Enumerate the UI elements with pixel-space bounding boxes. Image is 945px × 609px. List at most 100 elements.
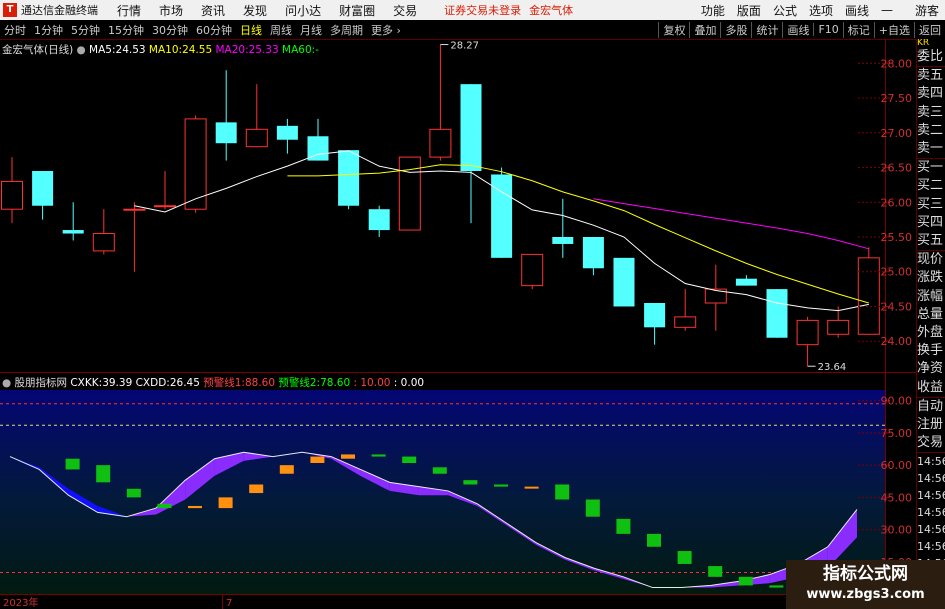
- watermark: 指标公式网 www.zbgs3.com: [786, 560, 945, 609]
- chart-area[interactable]: 28.27 23.64 28.00 27.50 27.00 26.50 26.00 25.5…: [0, 39, 916, 609]
- statistics-button[interactable]: 统计: [751, 21, 782, 38]
- indicator-bar: [738, 576, 753, 586]
- candle-body: [154, 205, 176, 208]
- indicator-tick-label: 90.00: [881, 395, 913, 408]
- candle-body: [92, 233, 115, 252]
- sidebar-time: 14:56: [917, 489, 945, 503]
- menu-item-function[interactable]: 功能: [695, 2, 731, 19]
- sidebar-item-sell2: 卖二: [917, 122, 944, 138]
- candle-body: [338, 150, 360, 206]
- sidebar-item-sell4: 卖四: [917, 86, 944, 102]
- indicator-legend: ● 股朋指标网 CXKK:39.39 CXDD:26.45 预警线1:88.60…: [2, 375, 424, 390]
- overlay-button[interactable]: 叠加: [689, 21, 720, 38]
- indicator-bar: [708, 566, 723, 577]
- menu-item-wealth[interactable]: 财富圈: [330, 2, 384, 19]
- indicator-value-3: : 10.00: [353, 377, 391, 389]
- sidebar-time: 14:56: [917, 472, 945, 486]
- cxdd-label: CXDD:: [135, 377, 170, 389]
- candle-body: [582, 237, 604, 269]
- menu-item-market[interactable]: 市场: [150, 2, 192, 19]
- chevron-right-icon: ›: [393, 23, 401, 37]
- draw-line-button[interactable]: 画线: [782, 21, 813, 38]
- window-minimize-button[interactable]: —: [875, 3, 899, 17]
- menu-item-layout[interactable]: 版面: [731, 2, 767, 19]
- period-tab-intraday[interactable]: 分时: [0, 22, 30, 38]
- sidebar-time: 14:56: [917, 540, 945, 554]
- app-title: 通达信金融终端: [21, 4, 98, 17]
- menu-item-news[interactable]: 资讯: [192, 2, 234, 19]
- f10-button[interactable]: F10: [813, 23, 842, 36]
- period-tab-weekly[interactable]: 周线: [266, 22, 296, 38]
- indicator-bar: [616, 518, 631, 534]
- menu-item-options[interactable]: 选项: [803, 2, 839, 19]
- menu-item-formula[interactable]: 公式: [767, 2, 803, 19]
- dropdown-circle-icon[interactable]: ●: [77, 44, 90, 56]
- period-tab-more-label: 更多: [371, 23, 393, 37]
- menu-item-draw[interactable]: 画线: [839, 2, 875, 19]
- candle-body: [827, 319, 850, 335]
- menu-item-quotes[interactable]: 行情: [108, 2, 150, 19]
- mark-button[interactable]: 标记: [842, 21, 874, 38]
- sidebar-item-auto[interactable]: 自动: [917, 396, 945, 416]
- ma60-label: MA60:: [282, 44, 316, 56]
- period-tab-30min[interactable]: 30分钟: [148, 22, 192, 38]
- period-tab-daily[interactable]: 日线: [236, 22, 266, 38]
- x-axis-month-label: 7: [226, 598, 232, 609]
- price-tick-label: 27.00: [881, 127, 913, 140]
- sidebar-item-register[interactable]: 注册: [917, 416, 945, 434]
- watermark-title: 指标公式网: [823, 564, 908, 584]
- period-tab-15min[interactable]: 15分钟: [104, 22, 148, 38]
- indicator-bar: [463, 480, 478, 485]
- add-watchlist-button[interactable]: +自选: [873, 21, 914, 38]
- indicator-bar: [432, 467, 447, 474]
- sidebar-item-buy1: 买一: [917, 158, 945, 177]
- sidebar-item-turnover: 换手: [917, 343, 944, 359]
- candle-body: [521, 253, 544, 287]
- menu-item-guest[interactable]: 游客: [909, 2, 945, 19]
- indicator-bar: [126, 488, 141, 498]
- period-tab-more[interactable]: 更多 ›: [367, 22, 405, 38]
- price-tick-label: 25.00: [881, 266, 913, 279]
- multi-stock-button[interactable]: 多股: [720, 21, 751, 38]
- sidebar-item-weibi: 委比: [917, 49, 944, 64]
- menu-bar: T 通达信金融终端 行情 市场 资讯 发现 问小达 财富圈 交易 证券交易未登录…: [0, 0, 945, 20]
- indicator-bar: [65, 458, 80, 470]
- sidebar-item-price: 现价: [917, 250, 945, 269]
- main-chart-legend: 金宏气体(日线) ● MA5:24.53 MA10:24.55 MA20:25.…: [2, 42, 319, 57]
- period-tab-multi[interactable]: 多周期: [326, 22, 367, 38]
- indicator-bar: [218, 497, 233, 509]
- sidebar-item-outer: 外盘: [917, 325, 944, 341]
- candle-body: [32, 171, 54, 206]
- candle-body: [123, 208, 146, 211]
- price-tick-label: 25.50: [881, 231, 913, 244]
- indicator-bar: [647, 533, 661, 547]
- candle-body: [429, 128, 452, 158]
- period-tab-monthly[interactable]: 月线: [296, 22, 326, 38]
- indicator-value-3-text: 10.00: [360, 377, 391, 389]
- indicator-tick-label: 30.00: [881, 524, 913, 537]
- sidebar-item-kr: KR: [917, 39, 930, 48]
- dropdown-circle-icon[interactable]: ●: [2, 377, 15, 389]
- sidebar-item-buy4: 买四: [917, 214, 944, 230]
- candle-body: [1, 180, 23, 210]
- watermark-url: www.zbgs3.com: [806, 587, 925, 602]
- cxdd-value: 26.45: [169, 377, 200, 389]
- back-button[interactable]: 返回: [914, 21, 945, 38]
- indicator-bar: [585, 499, 600, 517]
- ma60-value: -: [315, 44, 319, 56]
- candle-body: [368, 209, 390, 231]
- sidebar-item-sell5: 卖五: [917, 66, 945, 85]
- sidebar-item-trade[interactable]: 交易: [917, 434, 945, 452]
- x-axis-year-label: 2023年: [3, 596, 38, 609]
- period-tab-1min[interactable]: 1分钟: [30, 22, 67, 38]
- menu-item-ask[interactable]: 问小达: [276, 2, 330, 19]
- menu-item-trade[interactable]: 交易: [384, 2, 426, 19]
- period-tab-5min[interactable]: 5分钟: [67, 22, 104, 38]
- menu-item-discover[interactable]: 发现: [234, 2, 276, 19]
- price-tick-label: 24.50: [881, 300, 913, 313]
- period-tab-60min[interactable]: 60分钟: [192, 22, 236, 38]
- login-status[interactable]: 证券交易未登录: [444, 2, 521, 18]
- adjust-button[interactable]: 复权: [658, 21, 689, 38]
- period-toolbar: 分时 1分钟 5分钟 15分钟 30分钟 60分钟 日线 周线 月线 多周期 更…: [0, 20, 945, 40]
- candle-body: [674, 316, 697, 328]
